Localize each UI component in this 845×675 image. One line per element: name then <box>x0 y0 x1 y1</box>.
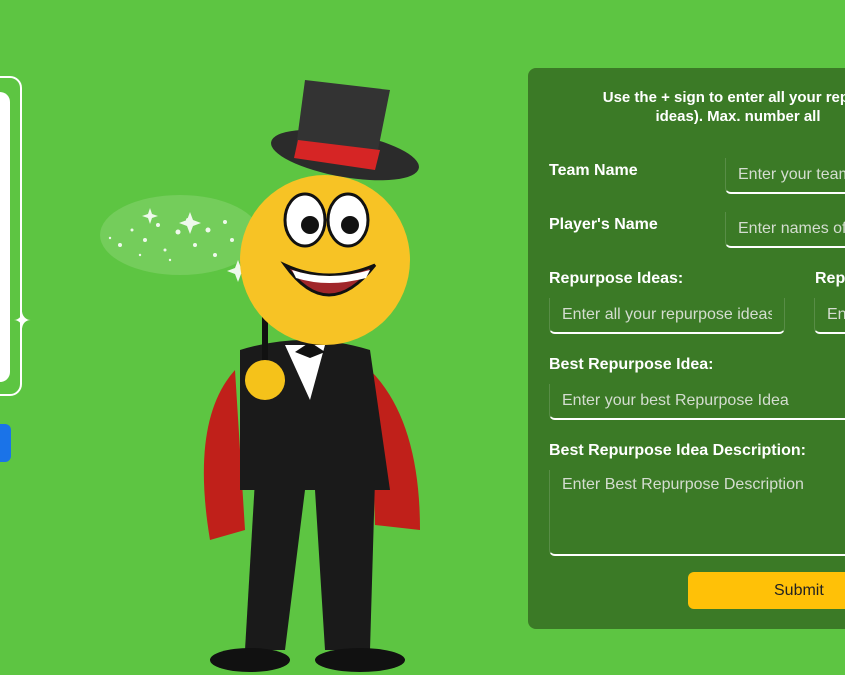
left-blue-button[interactable] <box>0 424 11 462</box>
sparkle-icon: ✦ <box>13 308 32 333</box>
best-desc-label: Best Repurpose Idea Description: <box>549 442 806 459</box>
players-name-label: Player's Name <box>549 216 658 233</box>
best-idea-input[interactable] <box>550 384 845 418</box>
magician-mascot-illustration <box>100 80 420 672</box>
repurpose-ideas-2-label: Repu <box>815 270 845 287</box>
best-idea-label: Best Repurpose Idea: <box>549 356 714 373</box>
team-name-input[interactable] <box>726 158 845 192</box>
players-name-input[interactable] <box>726 212 845 246</box>
left-card-content <box>0 92 10 382</box>
best-desc-field[interactable] <box>549 470 845 556</box>
sparkles-decoration <box>100 195 260 282</box>
team-name-field[interactable] <box>725 158 845 194</box>
best-idea-field[interactable] <box>549 384 845 420</box>
form-instructions: Use the + sign to enter all your repurp … <box>602 89 845 125</box>
repurpose-ideas-2-field[interactable] <box>814 298 845 334</box>
submit-label: Submit <box>774 582 824 599</box>
best-desc-textarea[interactable] <box>550 470 845 554</box>
repurpose-ideas-2-input[interactable] <box>815 298 845 332</box>
players-name-field[interactable] <box>725 212 845 248</box>
submit-button[interactable]: Submit <box>688 572 845 609</box>
team-name-label: Team Name <box>549 162 638 179</box>
repurpose-ideas-label: Repurpose Ideas: <box>549 270 684 287</box>
repurpose-ideas-input[interactable] <box>550 298 784 332</box>
repurpose-form-panel: Use the + sign to enter all your repurp … <box>528 68 845 629</box>
repurpose-ideas-field[interactable] <box>549 298 785 334</box>
